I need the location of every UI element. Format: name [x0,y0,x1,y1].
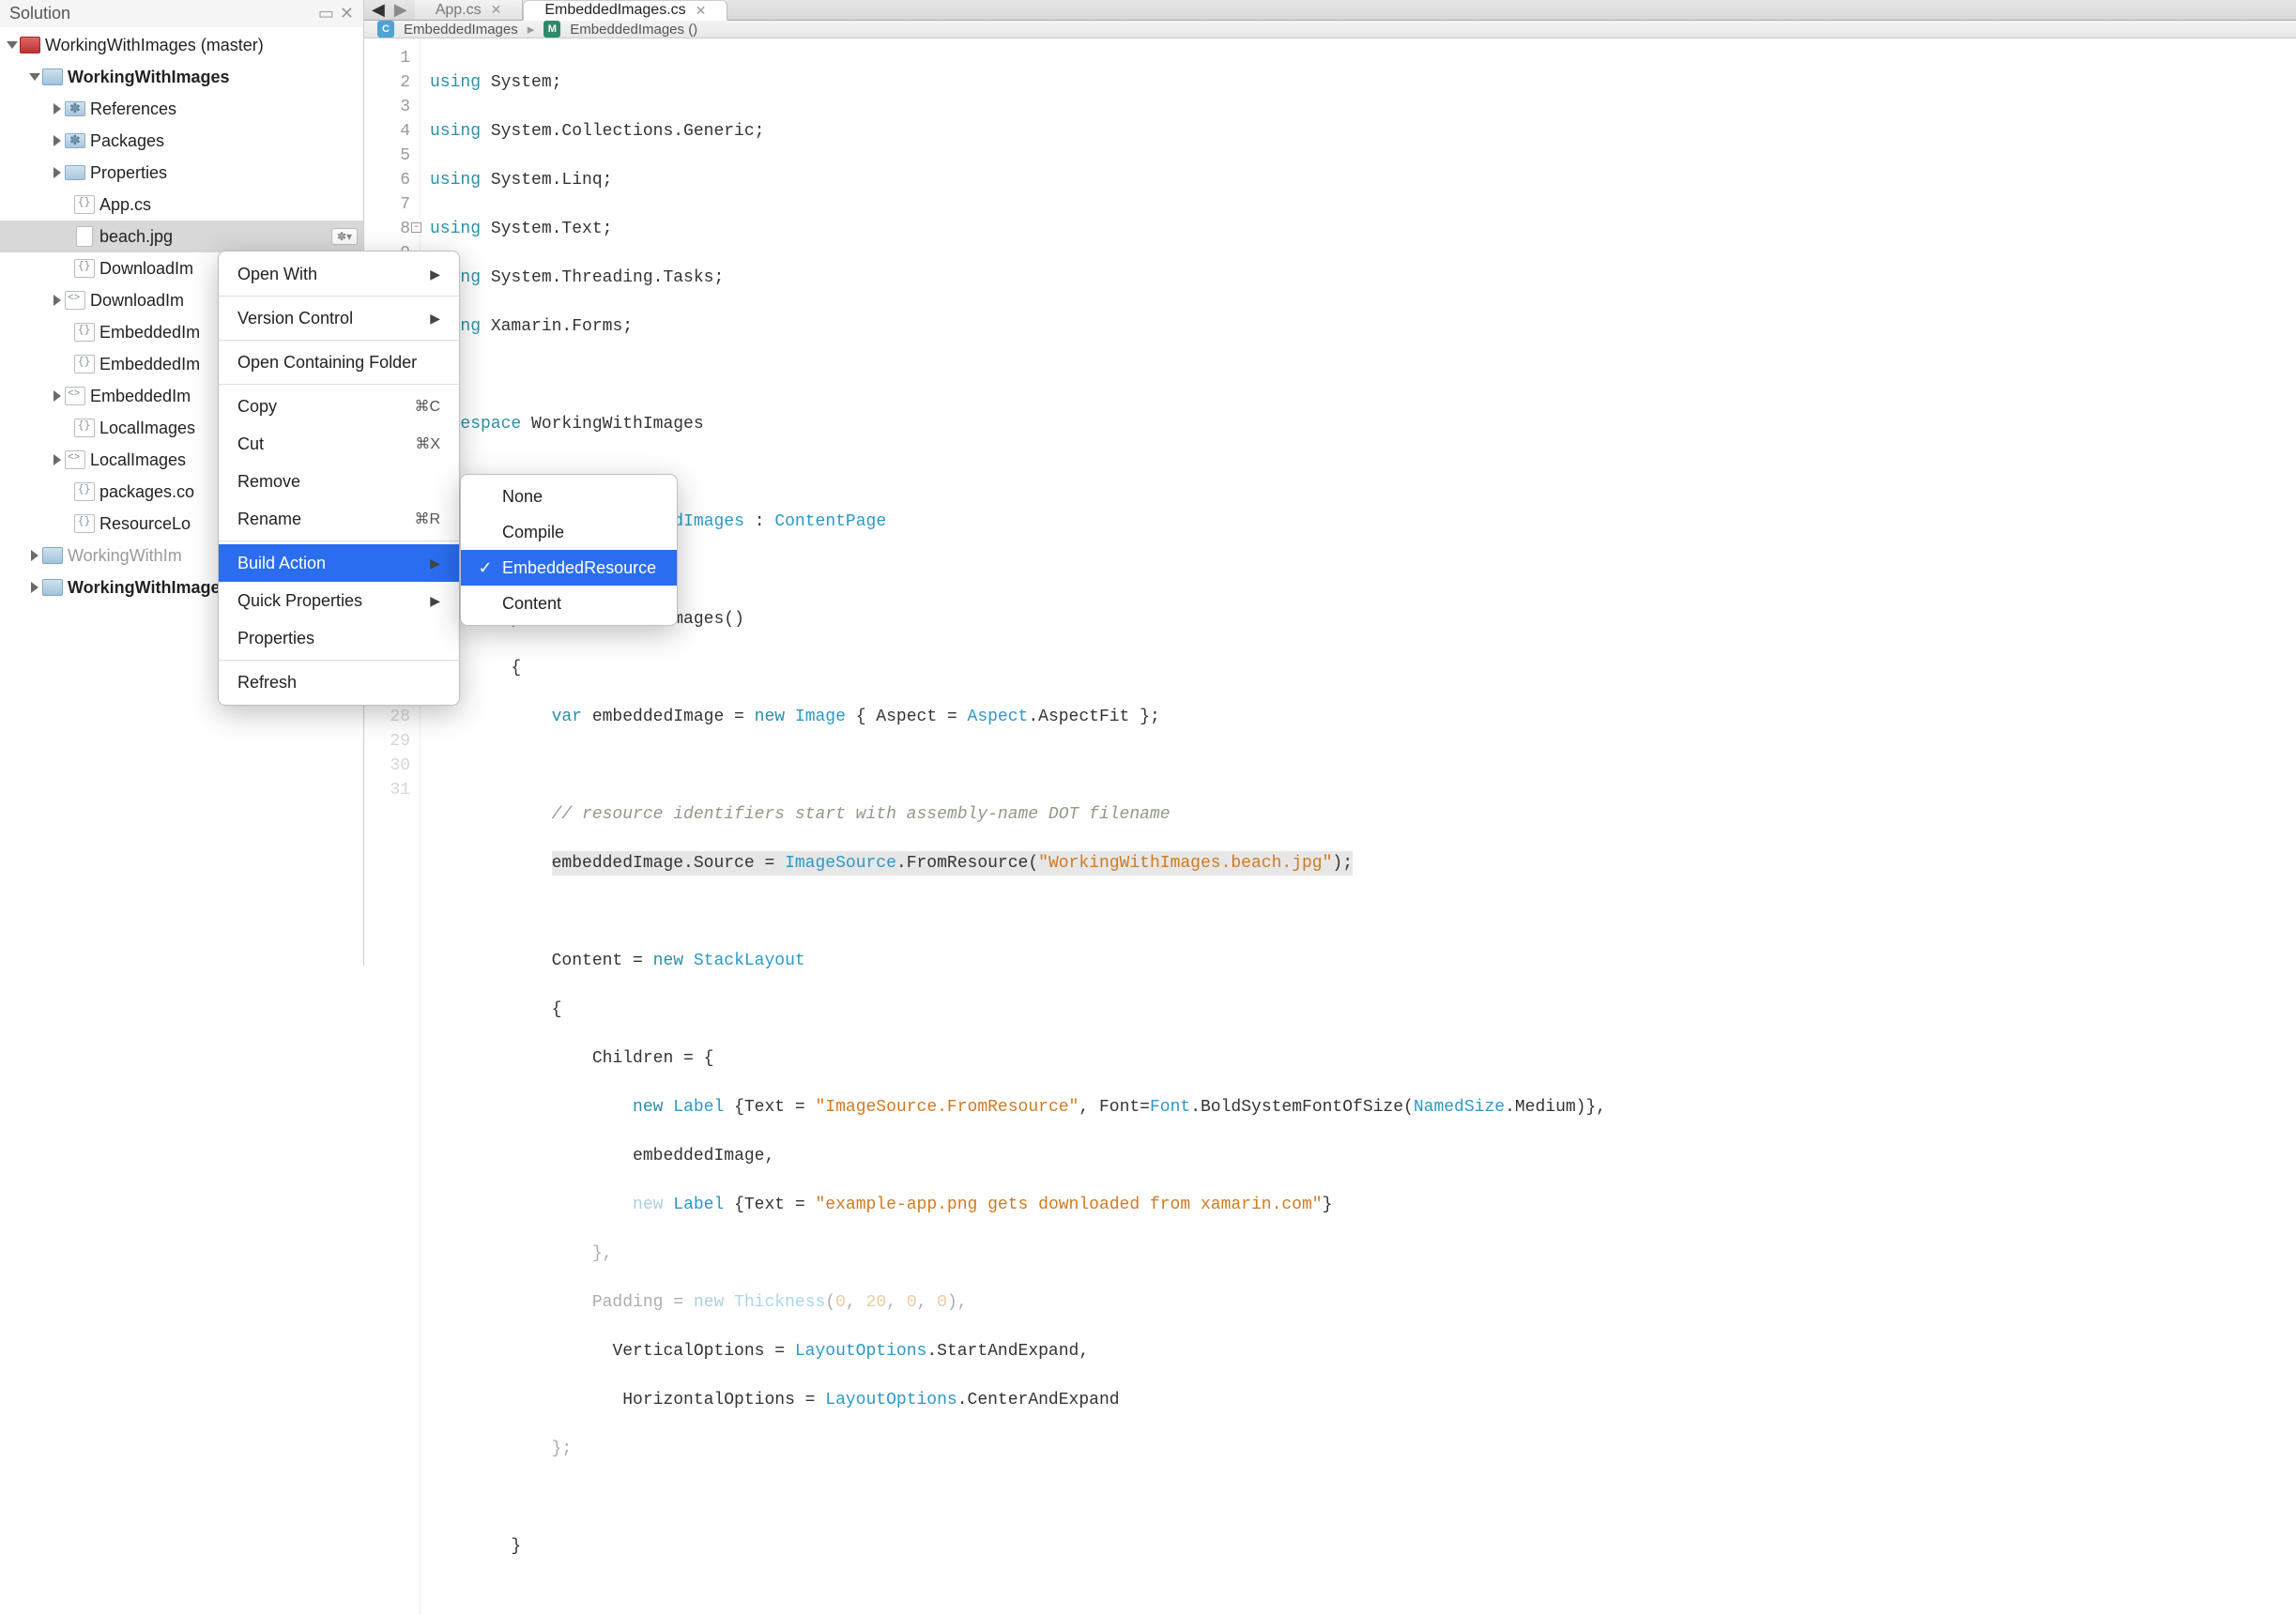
ctx-rename[interactable]: Rename⌘R [219,500,459,538]
ctx-quick-properties[interactable]: Quick Properties▶ [219,582,459,619]
tree-references[interactable]: References [0,93,363,125]
ctx-build-action[interactable]: Build Action▶ [219,544,459,582]
tree-file[interactable]: App.cs [0,189,363,221]
sub-embedded-resource[interactable]: ✓EmbeddedResource [461,550,677,586]
panel-collapse-icon[interactable]: ▭ [318,4,334,23]
tab-embeddedimages[interactable]: EmbeddedImages.cs ✕ [523,0,727,21]
build-action-submenu: None Compile ✓EmbeddedResource Content [460,474,678,626]
panel-close-icon[interactable]: ✕ [340,4,354,23]
chevron-right-icon: ▶ [430,556,440,571]
nav-back-icon[interactable]: ◀ [372,0,385,20]
chevron-right-icon: ▶ [430,311,440,327]
close-icon[interactable]: ✕ [696,3,707,19]
ctx-properties[interactable]: Properties [219,619,459,657]
row-gear-icon[interactable]: ✽▾ [331,228,358,245]
tree-file-selected[interactable]: beach.jpg ✽▾ [0,221,363,252]
solution-title: Solution [9,4,70,23]
solution-header: Solution ▭ ✕ [0,0,363,27]
sub-compile[interactable]: Compile [461,514,677,550]
code-content[interactable]: using System; using System.Collections.G… [421,38,2296,1615]
breadcrumb[interactable]: C EmbeddedImages ▸ M EmbeddedImages () [364,21,2296,38]
ctx-copy[interactable]: Copy⌘C [219,388,459,425]
chevron-right-icon: ▶ [430,267,440,282]
chevron-right-icon: ▶ [430,593,440,609]
method-icon: M [543,21,560,38]
code-editor[interactable]: 1 2 3 4 5 6 7 8− 9 10− 11 12 13 14 15 16… [364,38,2296,1615]
ctx-cut[interactable]: Cut⌘X [219,425,459,463]
tree-project[interactable]: WorkingWithImages [0,61,363,93]
tab-strip: ◀ ▶ App.cs ✕ EmbeddedImages.cs ✕ [364,0,2296,21]
sub-none[interactable]: None [461,479,677,514]
nav-forward-icon[interactable]: ▶ [394,0,407,20]
tab-app[interactable]: App.cs ✕ [415,0,524,20]
tree-root[interactable]: WorkingWithImages (master) [0,29,363,61]
ctx-open-containing[interactable]: Open Containing Folder [219,343,459,381]
class-icon: C [377,21,394,38]
context-menu: Open With▶ Version Control▶ Open Contain… [218,251,460,706]
close-icon[interactable]: ✕ [491,2,502,18]
tree-properties[interactable]: Properties [0,157,363,189]
ctx-remove[interactable]: Remove [219,463,459,500]
chevron-right-icon: ▸ [528,21,535,38]
ctx-refresh[interactable]: Refresh [219,663,459,701]
sub-content[interactable]: Content [461,586,677,621]
tree-packages[interactable]: Packages [0,125,363,157]
checkmark-icon: ✓ [478,558,493,578]
ctx-open-with[interactable]: Open With▶ [219,255,459,293]
ctx-version-control[interactable]: Version Control▶ [219,299,459,337]
